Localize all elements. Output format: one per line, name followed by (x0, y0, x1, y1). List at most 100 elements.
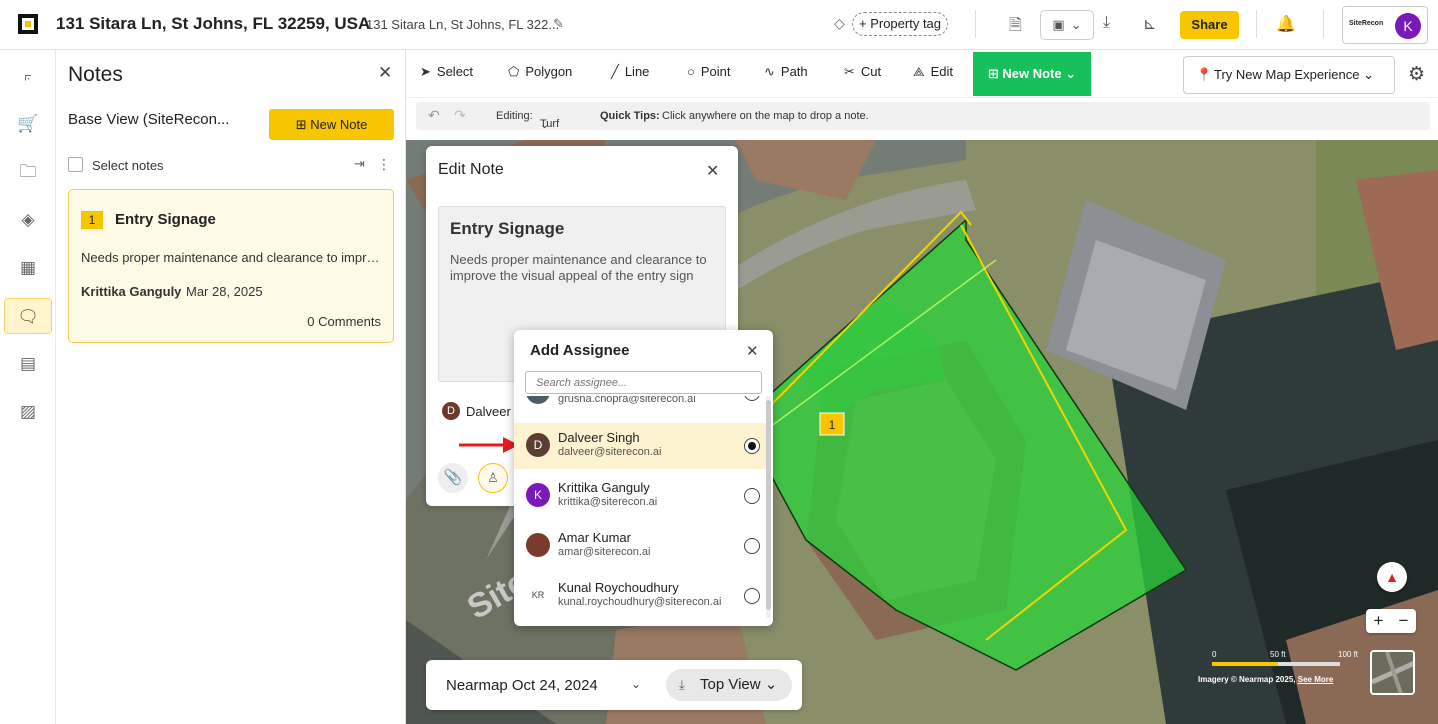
assignee-avatar: KR (526, 583, 550, 607)
try-new-label: Try New Map Experience (1214, 67, 1360, 82)
top-header: 131 Sitara Ln, St Johns, FL 32259, USA 1… (0, 0, 1438, 50)
close-icon[interactable]: ✕ (746, 342, 759, 360)
header-divider (975, 10, 976, 38)
note-plus-icon: ⊞ (987, 66, 1003, 81)
notes-panel-title: Notes (68, 63, 123, 86)
imagery-date[interactable]: Nearmap Oct 24, 2024 (446, 677, 598, 694)
cart-icon[interactable]: 🛒 (4, 106, 52, 142)
add-assignee-popover: Add Assignee ✕ grusha.chopra@siterecon.a… (514, 330, 773, 626)
edit-pencil-icon[interactable]: ✎ (553, 16, 564, 32)
assignee-radio[interactable] (744, 538, 760, 554)
zoom-out-button[interactable]: − (1391, 609, 1416, 633)
assignee-row-name: Kunal Roychoudhury (558, 580, 679, 595)
file-settings-icon[interactable]: 🗎 (1009, 14, 1022, 41)
red-arrow-annotation (459, 437, 519, 453)
redo-icon[interactable]: ↷ (454, 107, 466, 124)
new-note-button[interactable]: ⊞ New Note (269, 109, 394, 140)
tool-point[interactable]: ○ Point (687, 64, 731, 79)
bell-icon[interactable]: 🔔 (1276, 14, 1296, 34)
layers-icon[interactable]: ◈ (4, 202, 52, 238)
close-icon[interactable]: ✕ (378, 63, 392, 83)
tool-cut[interactable]: ✂ Cut (844, 64, 881, 80)
assignee-photo (526, 533, 550, 557)
tool-line-label: Line (624, 64, 650, 79)
note-description-field[interactable]: Needs proper maintenance and clearance t… (450, 252, 716, 284)
measure-icon[interactable]: ⊾ (1143, 14, 1156, 34)
tool-path[interactable]: ∿ Path (764, 64, 808, 80)
assignee-row-name: Krittika Ganguly (558, 480, 650, 495)
undo-icon[interactable]: ↶ (428, 107, 440, 124)
chevron-down-icon: ⌄ (1070, 17, 1082, 32)
gear-icon[interactable]: ⚙ (1408, 63, 1425, 86)
scrollbar[interactable] (766, 396, 771, 618)
try-new-map-dropdown[interactable]: Try New Map Experience ⌄ (1183, 56, 1395, 94)
calculator-icon[interactable]: ▦ (4, 250, 52, 286)
attach-icon[interactable]: 📎 (438, 463, 468, 493)
workflow-icon[interactable]: ⟔ (4, 58, 52, 94)
notes-chat-icon[interactable]: 🗨 (4, 298, 52, 334)
header-divider (1256, 10, 1257, 38)
search-assignee-input[interactable] (525, 371, 762, 394)
path-icon: ∿ (764, 64, 775, 79)
zoom-in-button[interactable]: + (1366, 609, 1391, 633)
assignee-avatar: D (442, 402, 460, 420)
cursor-icon: ➤ (420, 64, 431, 79)
scale-label-50: 50 ft (1270, 650, 1286, 659)
close-icon[interactable]: ✕ (706, 161, 719, 181)
see-more-link[interactable]: See More (1298, 675, 1334, 684)
tool-edit[interactable]: ⟁ Edit (913, 64, 953, 80)
compass-icon[interactable]: ▲ (1377, 562, 1407, 592)
assignee-radio[interactable] (744, 588, 760, 604)
image-dropdown-button[interactable]: ▣ ⌄ (1040, 10, 1094, 40)
minimap-thumbnail[interactable] (1370, 650, 1415, 695)
select-notes-label: Select notes (92, 158, 164, 173)
tool-edit-label: Edit (930, 64, 954, 79)
note-card[interactable]: 1 Entry Signage Needs proper maintenance… (68, 189, 394, 343)
assignee-row-email: kunal.roychoudhury@siterecon.ai (558, 596, 722, 608)
assignee-name: Dalveer (466, 404, 511, 419)
gallery-icon[interactable]: ▨ (4, 394, 52, 430)
share-button[interactable]: Share (1180, 11, 1239, 39)
brand-label: SiteRecon (1349, 20, 1384, 27)
chevron-down-icon: ⌄ (760, 676, 778, 693)
tool-polygon[interactable]: ⬠ Polygon (508, 64, 572, 80)
tag-icon: ◇ (834, 15, 845, 31)
map-note-marker[interactable]: 1 (829, 418, 836, 432)
chevron-down-icon[interactable]: ⌄ (631, 677, 641, 691)
scrollbar-thumb[interactable] (766, 400, 771, 610)
tool-select[interactable]: ➤ Select (420, 64, 473, 80)
assignee-row[interactable]: Amar Kumar amar@siterecon.ai (514, 523, 766, 569)
assignee-radio[interactable] (744, 438, 760, 454)
download-icon[interactable]: ⤓ (1103, 14, 1110, 32)
export-icon[interactable]: ⇥ (354, 156, 365, 172)
note-author: Krittika Ganguly (81, 284, 182, 299)
polygon-icon: ⬠ (508, 64, 520, 79)
assignee-row[interactable]: grusha.chopra@siterecon.ai (514, 396, 766, 416)
assignee-row[interactable]: D Dalveer Singh dalveer@siterecon.ai (514, 423, 766, 469)
tool-line[interactable]: ╱ Line (611, 64, 649, 80)
account-menu[interactable]: SiteRecon K (1342, 6, 1428, 44)
property-address-title: 131 Sitara Ln, St Johns, FL 32259, USA (56, 14, 371, 33)
siterecon-logo-icon[interactable] (18, 14, 38, 34)
property-address-subtitle[interactable]: 131 Sitara Ln, St Johns, FL 322... (366, 17, 559, 32)
assignee-row[interactable]: KR Kunal Roychoudhury kunal.roychoudhury… (514, 573, 766, 619)
note-title-field[interactable]: Entry Signage (450, 219, 564, 239)
quick-tips-label: Quick Tips: (600, 110, 660, 122)
assignee-row[interactable]: K Krittika Ganguly krittika@siterecon.ai (514, 473, 766, 519)
note-number-badge: 1 (81, 211, 103, 229)
note-comments-count[interactable]: 0 Comments (307, 314, 381, 329)
assign-person-icon[interactable]: ♙ (478, 463, 508, 493)
download-icon: ⤓ (679, 677, 685, 692)
folder-icon[interactable]: 🗀 (4, 154, 52, 190)
property-tag-button[interactable]: + Property tag (852, 12, 949, 36)
base-view-label: Base View (SiteRecon... (68, 111, 230, 128)
assignee-radio[interactable] (744, 488, 760, 504)
report-icon[interactable]: ▤ (4, 346, 52, 382)
tool-new-note[interactable]: ⊞ New Note ⌄ (973, 52, 1091, 96)
user-avatar[interactable]: K (1395, 13, 1421, 39)
assignee-row-email: dalveer@siterecon.ai (558, 446, 662, 458)
note-plus-icon: ⊞ (295, 117, 311, 132)
more-options-icon[interactable]: ⋮ (377, 156, 391, 173)
select-notes-checkbox[interactable] (68, 157, 83, 172)
assignee-radio[interactable] (744, 396, 760, 401)
